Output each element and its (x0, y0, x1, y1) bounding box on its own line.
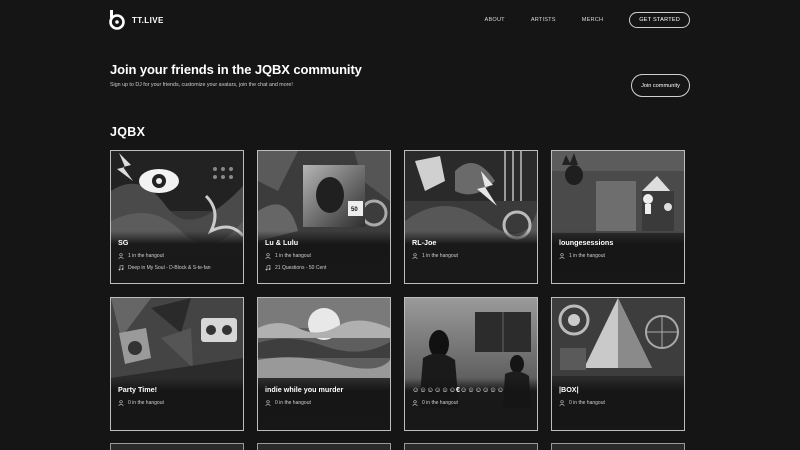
hangout-card-indie-while-you-murder[interactable]: indie while you murder 0 in the hangout (257, 297, 391, 431)
card-listeners: 1 in the hangout (559, 253, 605, 259)
hangout-card-rl-joe[interactable]: RL-Joe 1 in the hangout (404, 150, 538, 284)
section-title: JQBX (110, 125, 146, 139)
card-listeners: 1 in the hangout (118, 253, 164, 259)
person-icon (559, 400, 565, 406)
card-now-playing: Deep in My Soul - D-Block & S-te-fan (118, 265, 211, 271)
listener-count: 0 in the hangout (128, 400, 164, 406)
hangout-card-partial[interactable] (257, 443, 391, 450)
card-title: loungesessions (559, 238, 614, 247)
hangout-card-lu-lulu[interactable]: 50 Lu & Lulu 1 in the hangout 21 Questio… (257, 150, 391, 284)
get-started-button[interactable]: GET STARTED (629, 12, 690, 28)
card-listeners: 1 in the hangout (412, 253, 458, 259)
nav-links: ABOUT ARTISTS MERCH GET STARTED (485, 12, 690, 28)
listener-count: 1 in the hangout (569, 253, 605, 259)
listener-count: 0 in the hangout (422, 400, 458, 406)
community-banner-title: Join your friends in the JQBX community (110, 62, 362, 77)
card-title: Lu & Lulu (265, 238, 299, 247)
nav-about-link[interactable]: ABOUT (485, 17, 505, 23)
person-icon (118, 400, 124, 406)
hangout-card-loungesessions[interactable]: loungesessions 1 in the hangout (551, 150, 685, 284)
hangout-card-sg[interactable]: SG 1 in the hangout Deep in My Soul - D-… (110, 150, 244, 284)
card-title: SG (118, 238, 129, 247)
listener-count: 1 in the hangout (275, 253, 311, 259)
card-title: indie while you murder (265, 385, 344, 394)
community-banner-subtitle: Sign up to DJ for your friends, customiz… (110, 82, 293, 88)
person-icon (559, 253, 565, 259)
music-note-icon (265, 265, 271, 271)
now-playing-track: 21 Questions - 50 Cent (275, 265, 327, 271)
hangout-card-partial[interactable] (551, 443, 685, 450)
card-listeners: 0 in the hangout (559, 400, 605, 406)
now-playing-track: Deep in My Soul - D-Block & S-te-fan (128, 265, 211, 271)
hangout-card-party-time[interactable]: Party Time! 0 in the hangout (110, 297, 244, 431)
brand-name: TT.LIVE (132, 15, 164, 25)
listener-count: 0 in the hangout (275, 400, 311, 406)
nav-artists-link[interactable]: ARTISTS (531, 17, 556, 23)
listener-count: 1 in the hangout (128, 253, 164, 259)
tt-live-logo-icon (109, 10, 125, 30)
person-icon (118, 253, 124, 259)
hangout-card-partial[interactable] (110, 443, 244, 450)
brand-logo[interactable]: TT.LIVE (108, 10, 164, 30)
music-note-icon (118, 265, 124, 271)
card-title: Party Time! (118, 385, 158, 394)
join-community-button[interactable]: Join community (631, 74, 690, 97)
card-listeners: 1 in the hangout (265, 253, 311, 259)
card-listeners: 0 in the hangout (412, 400, 458, 406)
card-listeners: 0 in the hangout (265, 400, 311, 406)
card-title: |BOX| (559, 385, 579, 394)
person-icon (265, 253, 271, 259)
listener-count: 0 in the hangout (569, 400, 605, 406)
listener-count: 1 in the hangout (422, 253, 458, 259)
svg-text:50: 50 (351, 207, 358, 213)
card-title: ☺☺☺☺☺☺€☺☺☺☺☺☺ (412, 385, 505, 394)
card-title: RL-Joe (412, 238, 437, 247)
card-listeners: 0 in the hangout (118, 400, 164, 406)
person-icon (412, 253, 418, 259)
hangout-card-box[interactable]: |BOX| 0 in the hangout (551, 297, 685, 431)
card-now-playing: 21 Questions - 50 Cent (265, 265, 326, 271)
top-nav: TT.LIVE ABOUT ARTISTS MERCH GET STARTED (0, 0, 800, 40)
person-icon (412, 400, 418, 406)
hangout-card-smiley-room[interactable]: ☺☺☺☺☺☺€☺☺☺☺☺☺ 0 in the hangout (404, 297, 538, 431)
nav-merch-link[interactable]: MERCH (582, 17, 604, 23)
hangout-card-partial[interactable] (404, 443, 538, 450)
person-icon (265, 400, 271, 406)
